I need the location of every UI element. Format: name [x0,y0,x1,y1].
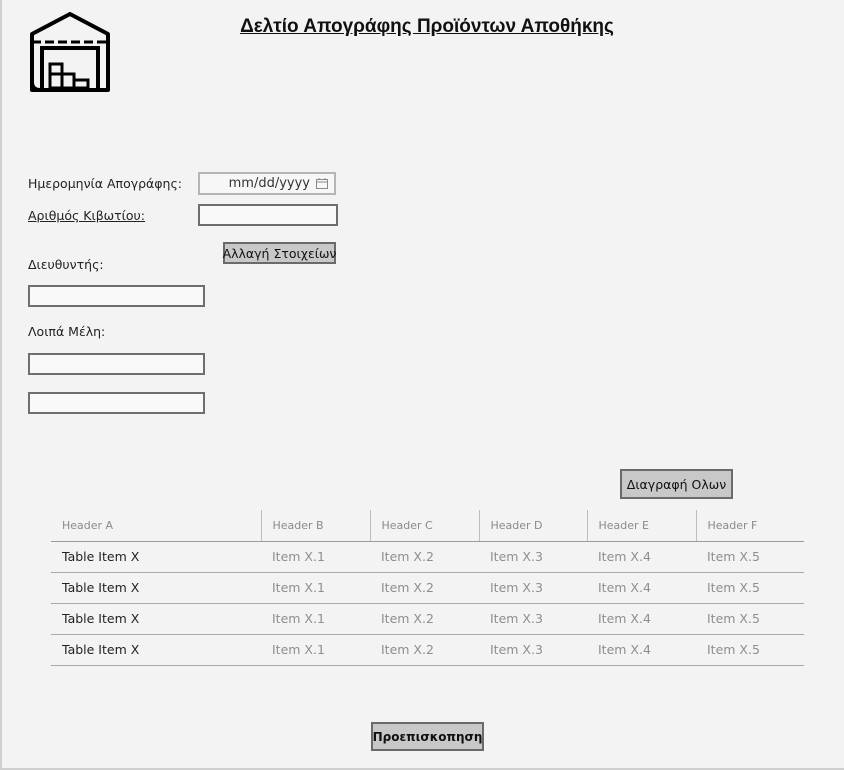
table-row[interactable]: Table Item X Item X.1 Item X.2 Item X.3 … [51,541,804,573]
table-cell: Item X.2 [370,572,479,604]
table-cell: Item X.2 [370,541,479,573]
table-cell: Item X.3 [479,603,587,635]
table-row[interactable]: Table Item X Item X.1 Item X.2 Item X.3 … [51,603,804,635]
table-cell: Item X.1 [261,603,370,635]
calendar-icon[interactable] [316,178,328,189]
table-header[interactable]: Header E [586,510,696,542]
table-header[interactable]: Header F [695,510,804,542]
box-number-input[interactable] [198,204,338,226]
table-cell: Item X.4 [587,572,696,604]
table-cell: Table Item X [51,634,261,666]
director-label: Διευθυντής: [28,257,104,272]
delete-all-button[interactable]: Διαγραφή Ολων [620,469,733,499]
table-header[interactable]: Header C [369,510,479,542]
table-cell: Item X.5 [696,541,804,573]
table-cell: Item X.3 [479,634,587,666]
date-label: Ημερομηνία Απογράφης: [28,176,183,191]
table-cell: Item X.2 [370,603,479,635]
table-header-row: Header A Header B Header C Header D Head… [51,510,804,542]
table-cell: Table Item X [51,603,261,635]
table-cell: Item X.1 [261,572,370,604]
app-window: Δελτίο Απογράφης Προϊόντων Αποθήκης Ημερ… [0,0,844,770]
table-row[interactable]: Table Item X Item X.1 Item X.2 Item X.3 … [51,572,804,604]
table-cell: Table Item X [51,541,261,573]
table-header[interactable]: Header B [260,510,370,542]
table-cell: Item X.4 [587,634,696,666]
table-row[interactable]: Table Item X Item X.1 Item X.2 Item X.3 … [51,634,804,666]
date-input[interactable]: mm/dd/yyyy [198,172,336,195]
change-details-button[interactable]: Αλλαγή Στοιχείων [223,242,336,264]
preview-button[interactable]: Προεπισκοπηση [371,722,484,751]
table-cell: Item X.2 [370,634,479,666]
director-input[interactable] [28,285,205,307]
table-cell: Item X.1 [261,541,370,573]
table-cell: Item X.1 [261,634,370,666]
date-placeholder: mm/dd/yyyy [228,176,310,191]
table-cell: Item X.3 [479,572,587,604]
page-title: Δελτίο Απογράφης Προϊόντων Αποθήκης [240,16,614,37]
box-number-label: Αριθμός Κιβωτίου: [28,208,145,223]
table-header[interactable]: Header A [51,510,261,542]
table-cell: Item X.5 [696,572,804,604]
table-cell: Table Item X [51,572,261,604]
table-cell: Item X.5 [696,634,804,666]
table-cell: Item X.3 [479,541,587,573]
other-members-label: Λοιπά Μέλη: [28,324,106,339]
table-cell: Item X.4 [587,603,696,635]
member-input-1[interactable] [28,353,205,375]
member-input-2[interactable] [28,392,205,414]
table-cell: Item X.5 [696,603,804,635]
table-cell: Item X.4 [587,541,696,573]
table-header[interactable]: Header D [478,510,587,542]
inventory-table: Header A Header B Header C Header D Head… [51,510,804,666]
